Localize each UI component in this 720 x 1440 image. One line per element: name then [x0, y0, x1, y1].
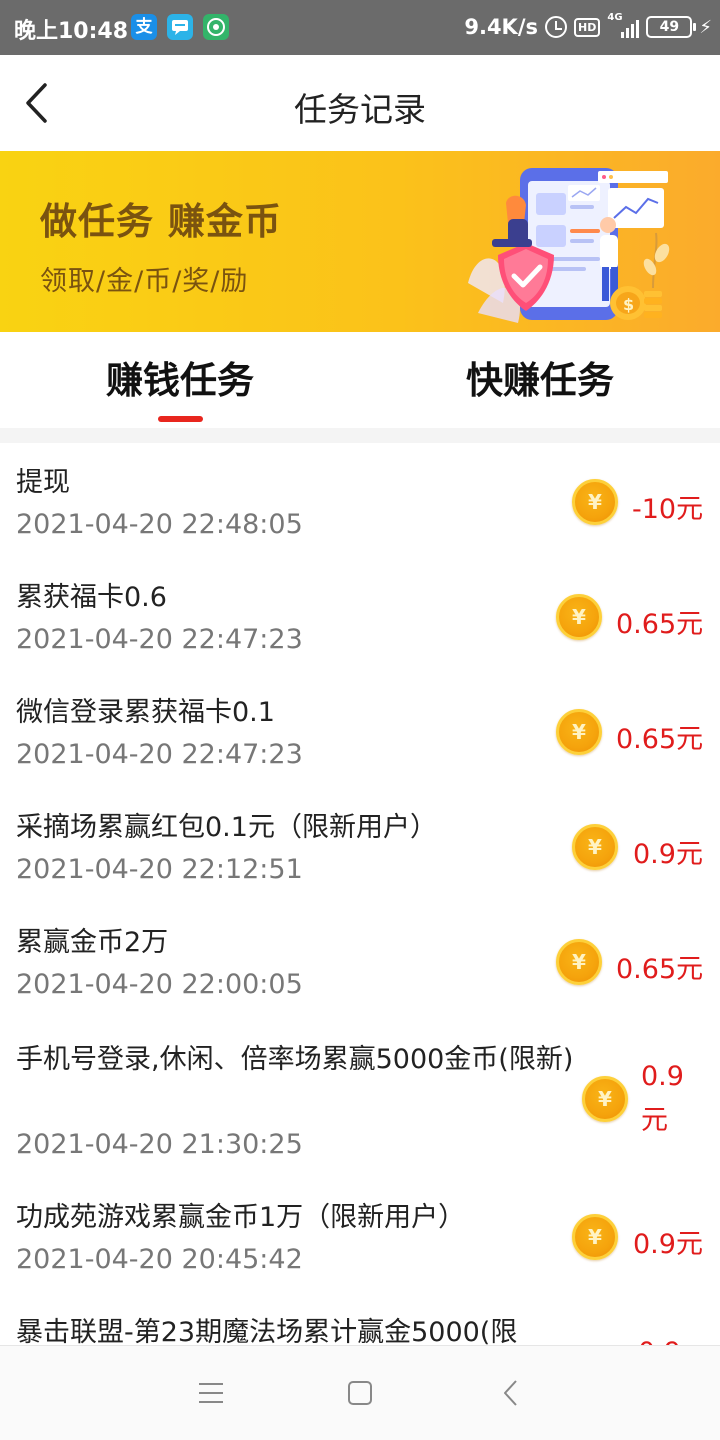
tab-quick-earn[interactable]: 快赚任务	[360, 350, 720, 404]
task-tabs: 赚钱任务 快赚任务	[0, 332, 720, 428]
list-item[interactable]: 采摘场累赢红包0.1元（限新用户） 2021-04-20 22:12:51 ¥ …	[0, 788, 720, 903]
phone-shield-illustration: $	[468, 168, 670, 323]
record-amount: 0.65元	[616, 609, 704, 640]
list-item[interactable]: 累赢金币2万 2021-04-20 22:00:05 ¥ 0.65元	[0, 903, 720, 1018]
record-amount: 0.9元	[641, 1061, 684, 1136]
alarm-icon	[545, 16, 568, 38]
list-item[interactable]: 暴击联盟-第23期魔法场累计赢金5000(限 0.9	[0, 1293, 720, 1345]
nav-bar: 任务记录	[0, 55, 720, 151]
list-item[interactable]: 提现 2021-04-20 22:48:05 ¥ -10元	[0, 443, 720, 558]
coin-icon: ¥	[572, 479, 618, 525]
record-amount: -10元	[632, 494, 704, 525]
coin-icon: ¥	[556, 594, 602, 640]
coin-icon: ¥	[582, 1076, 628, 1122]
record-time: 2021-04-20 22:00:05	[16, 969, 303, 1000]
record-title: 采摘场累赢红包0.1元（限新用户）	[16, 812, 437, 843]
record-amount: 0.9	[638, 1337, 681, 1345]
list-item[interactable]: 累获福卡0.6 2021-04-20 22:47:23 ¥ 0.65元	[0, 558, 720, 673]
record-title: 功成苑游戏累赢金币1万（限新用户）	[16, 1202, 466, 1233]
coin-icon: ¥	[572, 824, 618, 870]
record-title: 手机号登录,休闲、倍率场累赢5000金币(限新)	[16, 1044, 574, 1075]
coin-icon: ¥	[572, 1214, 618, 1260]
record-title: 累获福卡0.6	[16, 582, 167, 613]
page-title: 任务记录	[294, 90, 426, 129]
tab-earn-money[interactable]: 赚钱任务	[0, 350, 360, 404]
record-title: 累赢金币2万	[16, 927, 169, 958]
battery-icon: 49	[646, 16, 697, 38]
record-title: 微信登录累获福卡0.1	[16, 697, 275, 728]
promo-banner[interactable]: 做任务 赚金币 领取/金/币/奖/励 $	[0, 151, 720, 332]
status-right-group: 9.4K/s HD 4G 49 ⚡	[464, 11, 712, 43]
svg-text:$: $	[623, 295, 634, 314]
record-amount: 0.9元	[633, 1229, 703, 1260]
back-triangle-icon[interactable]	[496, 1378, 526, 1408]
alipay-icon: 支	[131, 14, 157, 40]
list-item[interactable]: 手机号登录,休闲、倍率场累赢5000金币(限新) 2021-04-20 21:3…	[0, 1018, 720, 1178]
coin-icon: ¥	[556, 939, 602, 985]
record-amount: 0.65元	[616, 724, 704, 755]
status-time: 晚上10:48	[14, 19, 129, 44]
battery-level: 49	[659, 19, 680, 35]
record-time: 2021-04-20 22:12:51	[16, 854, 303, 885]
record-time: 2021-04-20 22:48:05	[16, 509, 303, 540]
record-amount: 0.65元	[616, 954, 704, 985]
active-tab-indicator	[158, 416, 203, 422]
status-bar: 晚上10:48 支 9.4K/s HD 4G 49 ⚡	[0, 0, 720, 55]
banner-subtitle: 领取/金/币/奖/励	[40, 266, 249, 297]
charging-icon: ⚡	[699, 16, 712, 38]
home-square-icon[interactable]	[345, 1378, 375, 1408]
network-speed: 9.4K/s	[464, 15, 539, 39]
record-list[interactable]: 提现 2021-04-20 22:48:05 ¥ -10元 累获福卡0.6 20…	[0, 443, 720, 1345]
chat-icon	[167, 14, 193, 40]
menu-icon[interactable]	[196, 1378, 226, 1408]
location-icon	[203, 14, 229, 40]
signal-icon: 4G	[607, 12, 640, 38]
record-time: 2021-04-20 22:47:23	[16, 624, 303, 655]
section-divider	[0, 428, 720, 443]
coin-icon: ¥	[556, 709, 602, 755]
record-amount: 0.9元	[633, 839, 703, 870]
record-title: 提现	[16, 467, 70, 498]
record-time: 2021-04-20 22:47:23	[16, 739, 303, 770]
record-title: 暴击联盟-第23期魔法场累计赢金5000(限	[16, 1317, 518, 1345]
system-nav-bar	[0, 1345, 720, 1440]
list-item[interactable]: 微信登录累获福卡0.1 2021-04-20 22:47:23 ¥ 0.65元	[0, 673, 720, 788]
network-type: 4G	[607, 12, 623, 23]
hd-badge: HD	[574, 17, 601, 37]
record-time: 2021-04-20 21:30:25	[16, 1129, 303, 1160]
record-time: 2021-04-20 20:45:42	[16, 1244, 303, 1275]
banner-title: 做任务 赚金币	[40, 200, 282, 243]
list-item[interactable]: 功成苑游戏累赢金币1万（限新用户） 2021-04-20 20:45:42 ¥ …	[0, 1178, 720, 1293]
